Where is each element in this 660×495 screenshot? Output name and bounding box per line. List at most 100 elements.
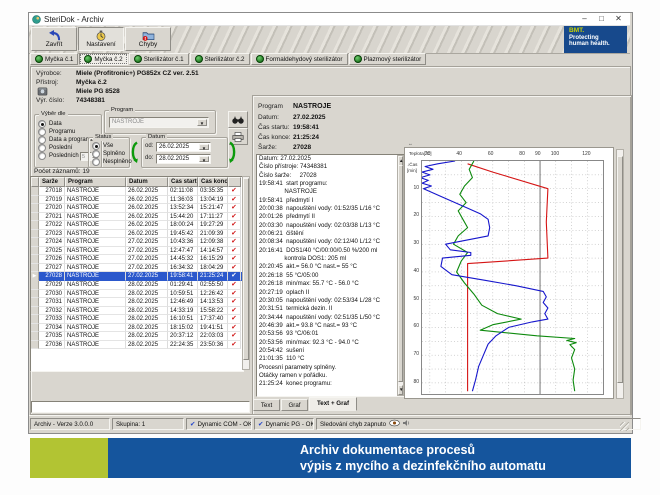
errors-button[interactable]: Chyby (125, 27, 171, 51)
device-tab-label: Myčka č.2 (94, 56, 122, 63)
log-line: Číslo šarže: 27028 (257, 172, 404, 180)
cell-date: 26.02.2025 (126, 230, 168, 239)
table-row[interactable]: 27032NASTROJE28.02.202514:33:1915:58:22✔ (31, 307, 243, 316)
washer-device-icon (37, 87, 48, 96)
chart-scrollbar[interactable] (616, 149, 624, 399)
maximize-button[interactable]: □ (593, 13, 610, 25)
y-tick-label: 60 (409, 323, 419, 329)
device-tab-my-ka-2[interactable]: Myčka č.2 (79, 53, 127, 65)
view-tab-graf[interactable]: Graf (281, 399, 308, 411)
banner-line2: výpis z mycího a dezinfekčního automatu (300, 459, 631, 475)
cell-program: NASTROJE (65, 196, 126, 205)
log-line: 20:16:41 DOS1/40 °C/00:00/0.50 %/200 ml (257, 247, 404, 255)
cell-end: 12:26:42 (198, 290, 228, 299)
close-window-button[interactable]: ✕ (610, 13, 627, 25)
minimize-button[interactable]: – (576, 13, 593, 25)
table-row[interactable]: 27034NASTROJE28.02.202518:15:0219:41:51✔ (31, 324, 243, 333)
cell-start: 16:10:51 (168, 315, 198, 324)
cell-batch: 27021 (39, 213, 65, 222)
view-tab-text[interactable]: Text (253, 399, 280, 411)
cell-end: 22:03:03 (198, 332, 228, 341)
cell-date: 28.02.2025 (126, 298, 168, 307)
table-row[interactable]: 27029NASTROJE28.02.202501:29:4102:55:50✔ (31, 281, 243, 290)
table-row[interactable]: 27018NASTROJE26.02.202502:11:0803:35:35✔ (31, 187, 243, 196)
date-from-dropdown-icon[interactable]: ▼ (199, 144, 209, 150)
column-header-program[interactable]: Program (65, 177, 126, 187)
status-radio-spln-no[interactable]: Splněno (92, 150, 125, 158)
device-tab-steriliz-tor-2[interactable]: Sterilizátor č.2 (190, 53, 250, 65)
cell-end: 17:37:40 (198, 315, 228, 324)
combo-dropdown-icon[interactable]: ▼ (197, 119, 207, 126)
date-from-field[interactable]: 26.02.2025 ▼ (156, 142, 211, 152)
table-row[interactable]: 27031NASTROJE28.02.202512:46:4914:13:53✔ (31, 298, 243, 307)
view-tab-text-graf[interactable]: Text + Graf (309, 397, 357, 411)
cell-batch: 27033 (39, 315, 65, 324)
undo-arrow-icon (48, 30, 61, 41)
table-row[interactable]: 27020NASTROJE26.02.202513:52:3415:21:47✔ (31, 204, 243, 213)
serial-label: Výr. číslo: (36, 97, 64, 104)
table-row[interactable]: 27019NASTROJE26.02.202511:36:0313:04:19✔ (31, 196, 243, 205)
row-marker-cell: ▶ (31, 272, 39, 281)
x-tick-label: 100 (551, 151, 559, 157)
cell-date: 28.02.2025 (126, 332, 168, 341)
select-by-radio-data[interactable]: Data (38, 120, 62, 128)
table-row[interactable]: 27024NASTROJE27.02.202510:43:3612:09:38✔ (31, 238, 243, 247)
device-tab-formaldehydov-steriliz-tor[interactable]: Formaldehydový sterilizátor (251, 53, 348, 65)
title-bar: SteriDok - Archiv – □ ✕ (29, 13, 630, 26)
status-radio-nespln-no[interactable]: Nesplněno (92, 158, 132, 166)
row-marker-cell (31, 255, 39, 264)
cell-batch: 27031 (39, 298, 65, 307)
cell-start: 15:44:20 (168, 213, 198, 222)
cell-program: NASTROJE (65, 272, 126, 281)
status-radio-v-e[interactable]: Vše (92, 142, 113, 150)
device-tab-plazmov-steriliz-tor[interactable]: Plazmový sterilizátor (349, 53, 427, 65)
select-by-radio-programu[interactable]: Programu (38, 128, 75, 136)
table-row[interactable]: 27026NASTROJE27.02.202514:45:3216:15:29✔ (31, 255, 243, 264)
row-marker-cell (31, 247, 39, 256)
device-tab-label: Myčka č.1 (45, 56, 73, 63)
column-header--as-startu[interactable]: Čas startu (168, 177, 198, 187)
device-status-icon (354, 55, 362, 63)
table-row[interactable]: 27033NASTROJE28.02.202516:10:5117:37:40✔ (31, 315, 243, 324)
table-row[interactable]: 27035NASTROJE28.02.202520:37:1222:03:03✔ (31, 332, 243, 341)
cell-start: 01:29:41 (168, 281, 198, 290)
table-row[interactable]: 27025NASTROJE27.02.202512:47:4714:14:57✔ (31, 247, 243, 256)
header-marker-cell (31, 177, 39, 187)
select-by-radio-data-a-programu[interactable]: Data a programu (38, 136, 94, 144)
date-to-dropdown-icon[interactable]: ▼ (199, 156, 209, 162)
table-row[interactable]: 27027NASTROJE27.02.202516:34:3218:04:29✔ (31, 264, 243, 273)
device-tab-steriliz-tor-1[interactable]: Sterilizátor č.1 (129, 53, 189, 65)
refresh-arrow-right-icon (229, 141, 237, 163)
table-row[interactable]: 27030NASTROJE28.02.202510:59:5112:26:42✔ (31, 290, 243, 299)
search-button[interactable] (228, 111, 248, 128)
table-row[interactable]: 27036NASTROJE28.02.202522:24:3523:50:36✔ (31, 341, 243, 350)
process-log[interactable]: Datum: 27.02.2025Číslo přístroje: 743483… (256, 154, 405, 397)
cell-date: 28.02.2025 (126, 290, 168, 299)
close-archive-button[interactable]: Zavřít (31, 27, 77, 51)
log-line: 20:26:18 55 °C/05:00 (257, 272, 404, 280)
log-line: 20:27:19 oplach II (257, 289, 404, 297)
select-by-radio-posledn-ch[interactable]: Posledních (38, 152, 79, 160)
date-to-field[interactable]: 28.02.2025 ▼ (156, 154, 211, 164)
table-row[interactable]: 27022NASTROJE26.02.202518:00:2419:27:29✔ (31, 221, 243, 230)
cell-date: 28.02.2025 (126, 281, 168, 290)
table-row[interactable]: 27023NASTROJE26.02.202519:45:4221:09:39✔ (31, 230, 243, 239)
device-tab-my-ka-1[interactable]: Myčka č.1 (30, 53, 78, 65)
ok-check-icon: ✔ (228, 213, 241, 222)
device-status-icon (256, 55, 264, 63)
table-row[interactable]: 27021NASTROJE26.02.202515:44:2017:11:27✔ (31, 213, 243, 222)
table-row[interactable]: ▶27028NASTROJE27.02.202519:58:4121:25:24… (31, 272, 243, 281)
status-text: Archiv - Verze 3.0.0.0 (34, 421, 93, 428)
log-scrollbar[interactable]: ▲ ▼ (397, 155, 404, 396)
cell-date: 26.02.2025 (126, 204, 168, 213)
status-bar: Archiv - Verze 3.0.0.0Skupina: 1✔Dynamic… (29, 415, 630, 432)
column-header--as-konce[interactable]: Čas konce (198, 177, 228, 187)
table-scrollbar[interactable] (242, 176, 250, 370)
program-combobox[interactable]: NASTROJE ▼ (109, 117, 209, 128)
column-header-datum[interactable]: Datum (126, 177, 168, 187)
select-by-radio-posledn-[interactable]: Poslední (38, 144, 72, 152)
resize-grip[interactable] (620, 422, 629, 431)
settings-button[interactable]: Nastavení (78, 27, 124, 51)
column-header--ar-e[interactable]: Šarže (39, 177, 65, 187)
cell-batch: 27025 (39, 247, 65, 256)
